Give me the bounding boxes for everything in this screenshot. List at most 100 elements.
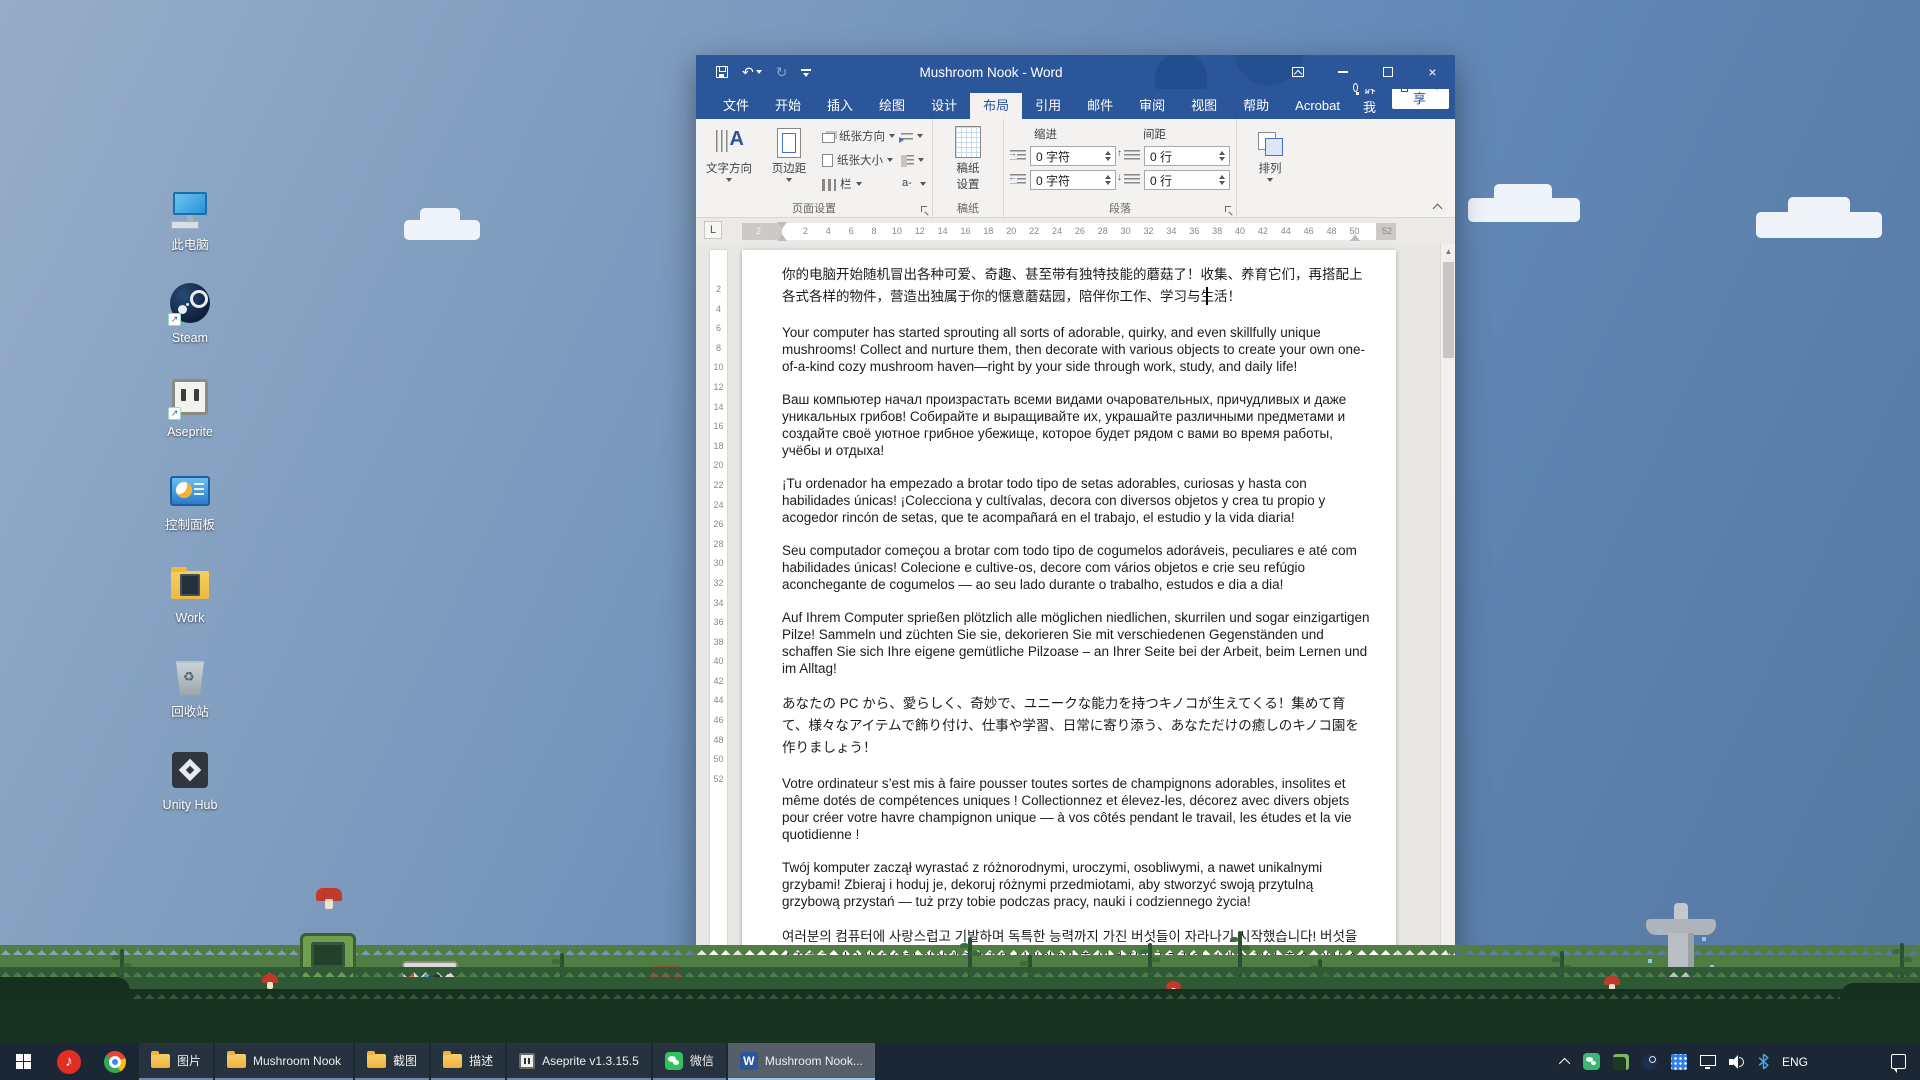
- ribbon-tab[interactable]: 设计: [918, 93, 970, 119]
- space-after-field[interactable]: 0 行: [1124, 170, 1230, 190]
- title-bar[interactable]: ↶ ↻ Mushroom Nook - Word ×: [696, 55, 1455, 89]
- first-line-indent-marker[interactable]: [777, 222, 787, 229]
- start-button[interactable]: [0, 1043, 46, 1080]
- columns-button[interactable]: 栏: [822, 174, 895, 194]
- page-setup-dialog-launcher[interactable]: [921, 206, 930, 215]
- horizontal-ruler[interactable]: 2 24681012141618202224262830323436384042…: [742, 223, 1396, 240]
- document-paragraph[interactable]: ¡Tu ordenador ha empezado a brotar todo …: [782, 475, 1370, 526]
- document-paragraph[interactable]: Auf Ihrem Computer sprießen plötzlich al…: [782, 609, 1370, 677]
- taskbar-item-description[interactable]: 描述: [431, 1043, 505, 1080]
- taskbar-netease-music[interactable]: ♪: [46, 1043, 92, 1080]
- collapse-ribbon-button[interactable]: [1431, 203, 1445, 213]
- margins-button[interactable]: 页边距: [762, 124, 816, 201]
- paragraph-dialog-launcher[interactable]: [1225, 206, 1234, 215]
- orientation-button[interactable]: 纸张方向: [822, 126, 895, 146]
- document-paragraph[interactable]: 你的电脑开始随机冒出各种可爱、奇趣、甚至带有独特技能的蘑菇了！收集、养育它们，再…: [782, 264, 1370, 308]
- scroll-down-button[interactable]: ▼: [1441, 945, 1455, 960]
- text-direction-button[interactable]: 文字方向: [702, 124, 756, 201]
- ruler-number: 2: [710, 280, 727, 300]
- volume-icon[interactable]: [1729, 1055, 1745, 1069]
- tray-steam-icon[interactable]: [1642, 1054, 1658, 1070]
- document-page[interactable]: 你的电脑开始随机冒出各种可爱、奇趣、甚至带有独特技能的蘑菇了！收集、养育它们，再…: [742, 250, 1396, 960]
- desktop-icon-label: Unity Hub: [158, 798, 222, 812]
- indent-right-field[interactable]: 0 字符: [1010, 170, 1116, 190]
- tab-stop-selector[interactable]: L: [704, 221, 722, 239]
- taskbar-item-pictures[interactable]: 图片: [139, 1043, 213, 1080]
- document-paragraph[interactable]: Seu computador começou a brotar com todo…: [782, 542, 1370, 593]
- ruler-number: 16: [710, 417, 727, 437]
- indent-left-field[interactable]: 0 字符: [1010, 146, 1116, 166]
- tray-ime-grid-icon[interactable]: [1671, 1054, 1687, 1070]
- spin-down[interactable]: [1105, 157, 1111, 161]
- taskbar-item-screenshots[interactable]: 截图: [355, 1043, 429, 1080]
- close-button[interactable]: ×: [1410, 55, 1455, 89]
- ribbon-tab[interactable]: 绘图: [866, 93, 918, 119]
- tray-app-icon[interactable]: [1613, 1054, 1629, 1070]
- ribbon-tab[interactable]: 引用: [1022, 93, 1074, 119]
- ruler-number: 20: [710, 456, 727, 476]
- spin-up[interactable]: [1219, 151, 1225, 155]
- desktop-icon-steam[interactable]: ↗ Steam: [158, 283, 222, 345]
- spin-up[interactable]: [1219, 175, 1225, 179]
- ruler-number: 2: [794, 223, 817, 240]
- ribbon-tab[interactable]: 帮助: [1230, 93, 1282, 119]
- vertical-ruler[interactable]: 2468101214161820222426283032343638404244…: [710, 250, 727, 960]
- desktop-icon-control-panel[interactable]: 控制面板: [158, 470, 222, 532]
- right-indent-marker[interactable]: [1350, 234, 1360, 241]
- hyphenation-button[interactable]: [901, 174, 926, 194]
- maximize-button[interactable]: [1365, 55, 1410, 89]
- bluetooth-icon[interactable]: [1758, 1054, 1769, 1069]
- spin-down[interactable]: [1105, 181, 1111, 185]
- document-paragraph[interactable]: あなたの PC から、愛らしく、奇妙で、ユニークな能力を持つキノコが生えてくる！…: [782, 693, 1370, 759]
- ribbon-tab[interactable]: 插入: [814, 93, 866, 119]
- desktop-icon-work-folder[interactable]: Work: [158, 563, 222, 625]
- desktop-icon-aseprite[interactable]: ↗ Aseprite: [158, 377, 222, 439]
- ruler-number: 8: [710, 339, 727, 359]
- pixel-flower: [1524, 1009, 1531, 1016]
- taskbar-item-mushroom-nook-folder[interactable]: Mushroom Nook: [215, 1043, 353, 1080]
- vertical-scrollbar[interactable]: ▲ ▼: [1440, 244, 1455, 960]
- scroll-up-button[interactable]: ▲: [1441, 244, 1455, 259]
- taskbar-item-word-active[interactable]: W Mushroom Nook...: [728, 1043, 875, 1080]
- ribbon-tab[interactable]: 布局: [970, 93, 1022, 119]
- ribbon-tab-bar: 文件开始插入绘图设计布局引用邮件审阅视图帮助Acrobat 告诉我 共享: [696, 89, 1455, 119]
- document-paragraph[interactable]: Twój komputer zaczął wyrastać z różnorod…: [782, 859, 1370, 910]
- spin-up[interactable]: [1105, 175, 1111, 179]
- ribbon-tab[interactable]: Acrobat: [1282, 93, 1353, 119]
- document-paragraph[interactable]: 여러분의 컴퓨터에 사랑스럽고 기발하며 독특한 능력까지 가진 버섯들이 자라…: [782, 926, 1370, 960]
- network-icon[interactable]: [1700, 1055, 1716, 1066]
- document-paragraph[interactable]: Ваш компьютер начал произрастать всеми в…: [782, 391, 1370, 459]
- taskbar-chrome[interactable]: [92, 1043, 138, 1080]
- ruler-number: 48: [710, 731, 727, 751]
- spin-up[interactable]: [1105, 151, 1111, 155]
- ribbon-tab[interactable]: 文件: [710, 93, 762, 119]
- ribbon-tab[interactable]: 视图: [1178, 93, 1230, 119]
- space-before-field[interactable]: 0 行: [1124, 146, 1230, 166]
- spin-down[interactable]: [1219, 181, 1225, 185]
- tray-expand-chevron-icon[interactable]: [1559, 1057, 1570, 1068]
- ruler-number: 46: [710, 711, 727, 731]
- taskbar-item-aseprite[interactable]: Aseprite v1.3.15.5: [507, 1043, 651, 1080]
- tray-wechat-icon[interactable]: [1583, 1053, 1600, 1070]
- paper-size-button[interactable]: 纸张大小: [822, 150, 895, 170]
- ribbon-tab[interactable]: 审阅: [1126, 93, 1178, 119]
- document-paragraph[interactable]: Votre ordinateur s’est mis à faire pouss…: [782, 775, 1370, 843]
- desktop-icon-this-pc[interactable]: 此电脑: [158, 190, 222, 252]
- hanging-indent-marker[interactable]: [777, 234, 787, 241]
- desktop-icon-recycle-bin[interactable]: 回收站: [158, 657, 222, 719]
- spin-down[interactable]: [1219, 157, 1225, 161]
- arrange-button[interactable]: 排列: [1243, 124, 1297, 201]
- desktop-icon-unity-hub[interactable]: Unity Hub: [158, 750, 222, 812]
- language-indicator[interactable]: ENG: [1782, 1055, 1808, 1069]
- breaks-button[interactable]: [901, 126, 926, 146]
- ribbon-tab[interactable]: 邮件: [1074, 93, 1126, 119]
- minimize-button[interactable]: [1320, 55, 1365, 89]
- document-paragraph[interactable]: Your computer has started sprouting all …: [782, 324, 1370, 375]
- grid-paper-setup-button[interactable]: 稿纸设置: [939, 124, 997, 201]
- taskbar-item-wechat[interactable]: 微信: [653, 1043, 726, 1080]
- scrollbar-thumb[interactable]: [1443, 262, 1454, 358]
- line-numbers-button[interactable]: [901, 150, 926, 170]
- ribbon-display-options-button[interactable]: [1275, 55, 1320, 89]
- ribbon-tab[interactable]: 开始: [762, 93, 814, 119]
- action-center-icon[interactable]: [1891, 1054, 1906, 1069]
